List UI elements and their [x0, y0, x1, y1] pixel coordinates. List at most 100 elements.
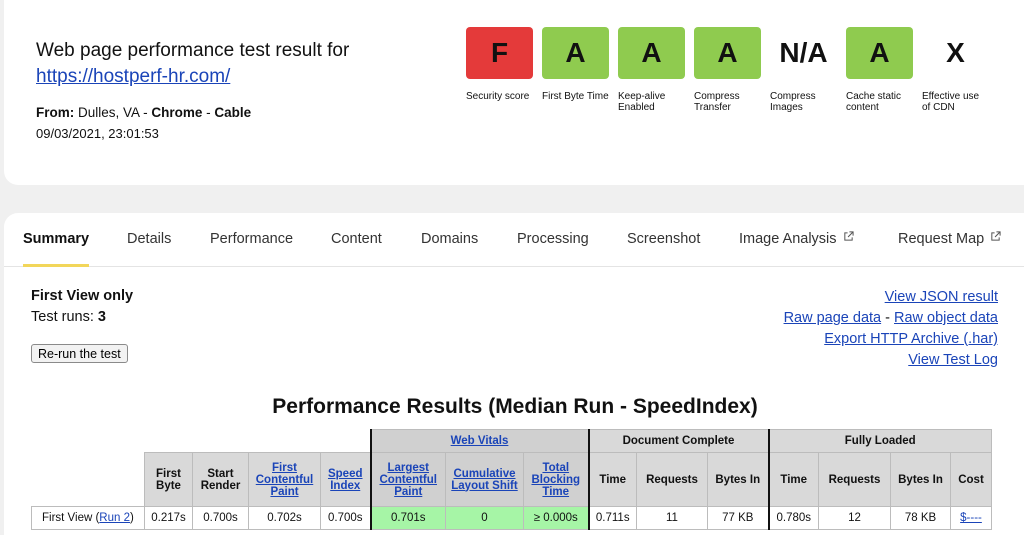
col-speed-index: Speed Index	[320, 452, 371, 507]
tab-summary[interactable]: Summary	[23, 231, 89, 247]
test-date: 09/03/2021, 23:01:53	[36, 126, 159, 141]
col-fl-requests: Requests	[818, 452, 891, 507]
export-links: View JSON result Raw page data - Raw obj…	[638, 287, 998, 371]
col-tbt: Total Blocking Time	[523, 452, 589, 507]
link-separator: -	[885, 310, 890, 326]
grade-cache-static[interactable]: A Cache static content	[846, 27, 913, 113]
separator: -	[206, 105, 211, 120]
grade-value: X	[946, 37, 965, 68]
row-label: First View (Run 2)	[31, 506, 145, 530]
view-test-log-link[interactable]: View Test Log	[908, 352, 998, 368]
rerun-test-button[interactable]: Re-run the test	[31, 344, 128, 363]
tab-details[interactable]: Details	[127, 231, 171, 247]
cell-fl-time: 0.780s	[767, 506, 819, 530]
cell-dc-time: 0.711s	[587, 506, 637, 530]
col-fl-time: Time	[767, 452, 819, 507]
col-fl-bytes: Bytes In	[890, 452, 951, 507]
run-link[interactable]: Run 2	[99, 512, 130, 524]
results-card: Summary Details Performance Content Doma…	[4, 213, 1024, 535]
tab-request-map[interactable]: Request Map	[898, 231, 1001, 247]
grade-security-score[interactable]: F Security score	[466, 27, 533, 102]
cell-dc-bytes: 77 KB	[707, 506, 769, 530]
cell-first-byte: 0.217s	[144, 506, 193, 530]
external-link-icon	[991, 231, 1001, 241]
active-tab-indicator	[23, 264, 89, 267]
cell-lcp: 0.701s	[369, 506, 446, 530]
raw-object-data-link[interactable]: Raw object data	[894, 310, 998, 326]
tab-screenshot[interactable]: Screenshot	[627, 231, 700, 247]
grade-compress-images[interactable]: N/A Compress Images	[770, 27, 837, 113]
cls-link[interactable]: Cumulative Layout Shift	[451, 468, 517, 492]
table-group-header-row: Web Vitals Document Complete Fully Loade…	[32, 429, 992, 453]
test-runs-value: 3	[97, 309, 106, 325]
cell-cls: 0	[445, 506, 524, 530]
result-title: Web page performance test result for	[36, 40, 350, 61]
grade-label: Keep-alive Enabled	[618, 91, 666, 113]
cell-start-render: 0.700s	[192, 506, 249, 530]
grade-label: Cache static content	[846, 91, 902, 113]
view-title: First View only	[31, 288, 134, 304]
tbt-link[interactable]: Total Blocking Time	[531, 462, 580, 498]
test-location: From: Dulles, VA - Chrome - Cable	[36, 105, 251, 120]
col-first-contentful-paint: First Contentful Paint	[248, 452, 321, 507]
result-tabs: Summary Details Performance Content Doma…	[4, 213, 1024, 267]
lcp-link[interactable]: Largest Contentful Paint	[380, 462, 437, 498]
col-dc-time: Time	[587, 452, 637, 507]
col-lcp: Largest Contentful Paint	[369, 452, 446, 507]
web-vitals-header: Web Vitals	[369, 429, 589, 453]
grade-value: F	[466, 27, 533, 79]
grade-keep-alive[interactable]: A Keep-alive Enabled	[618, 27, 685, 113]
test-runs: Test runs: 3	[31, 309, 106, 325]
from-label: From:	[36, 105, 75, 120]
cell-dc-requests: 11	[636, 506, 708, 530]
empty-header-cell	[32, 430, 371, 453]
external-link-icon	[843, 231, 854, 241]
cell-cost: $----	[950, 506, 992, 530]
test-runs-label: Test runs:	[31, 309, 94, 325]
grade-label: Compress Transfer	[694, 91, 740, 113]
tab-label: Image Analysis	[739, 231, 837, 247]
tested-url-link[interactable]: https://hostperf-hr.com/	[36, 66, 230, 88]
export-har-link[interactable]: Export HTTP Archive (.har)	[824, 331, 998, 347]
grade-first-byte-time[interactable]: A First Byte Time	[542, 27, 609, 102]
grade-compress-transfer[interactable]: A Compress Transfer	[694, 27, 761, 113]
row-label-end: )	[129, 512, 134, 524]
tab-domains[interactable]: Domains	[421, 231, 478, 247]
table-row: First View (Run 2) 0.217s 0.700s 0.702s …	[31, 506, 992, 530]
cell-speed-index: 0.700s	[320, 506, 371, 530]
web-vitals-link[interactable]: Web Vitals	[451, 435, 509, 447]
tab-label: Request Map	[898, 231, 985, 247]
col-cost: Cost	[950, 452, 992, 507]
col-first-byte: First Byte	[144, 452, 193, 507]
cost-link[interactable]: $----	[960, 512, 982, 524]
tab-processing[interactable]: Processing	[517, 231, 589, 247]
col-cls: Cumulative Layout Shift	[445, 452, 524, 507]
grade-value: A	[542, 27, 609, 79]
cell-fl-bytes: 78 KB	[890, 506, 951, 530]
document-complete-header: Document Complete	[587, 429, 769, 453]
grade-label: First Byte Time	[542, 91, 609, 102]
performance-results-title: Performance Results (Median Run - SpeedI…	[272, 395, 758, 418]
grade-cdn[interactable]: X Effective use of CDN	[922, 27, 989, 113]
raw-page-data-link[interactable]: Raw page data	[784, 310, 882, 326]
table-column-header-row: First Byte Start Render First Contentful…	[32, 452, 992, 507]
view-json-link[interactable]: View JSON result	[885, 289, 998, 305]
cell-tbt: ≥ 0.000s	[523, 506, 589, 530]
tab-image-analysis[interactable]: Image Analysis	[739, 231, 854, 247]
grade-label: Effective use of CDN	[922, 91, 980, 113]
grade-value: A	[846, 27, 913, 79]
browser: Chrome	[151, 105, 203, 120]
performance-results-table: Web Vitals Document Complete Fully Loade…	[31, 429, 992, 530]
grade-label: Security score	[466, 91, 530, 102]
speed-index-link[interactable]: Speed Index	[328, 468, 363, 492]
fully-loaded-header: Fully Loaded	[767, 429, 992, 453]
location: Dulles, VA	[78, 105, 140, 120]
first-contentful-paint-link[interactable]: First Contentful Paint	[256, 462, 313, 498]
cell-fcp: 0.702s	[248, 506, 321, 530]
grade-value: A	[694, 27, 761, 79]
tab-performance[interactable]: Performance	[210, 231, 293, 247]
row-label-text: First View (	[42, 512, 100, 524]
grade-value: N/A	[779, 37, 828, 68]
cell-fl-requests: 12	[818, 506, 891, 530]
tab-content[interactable]: Content	[331, 231, 382, 247]
